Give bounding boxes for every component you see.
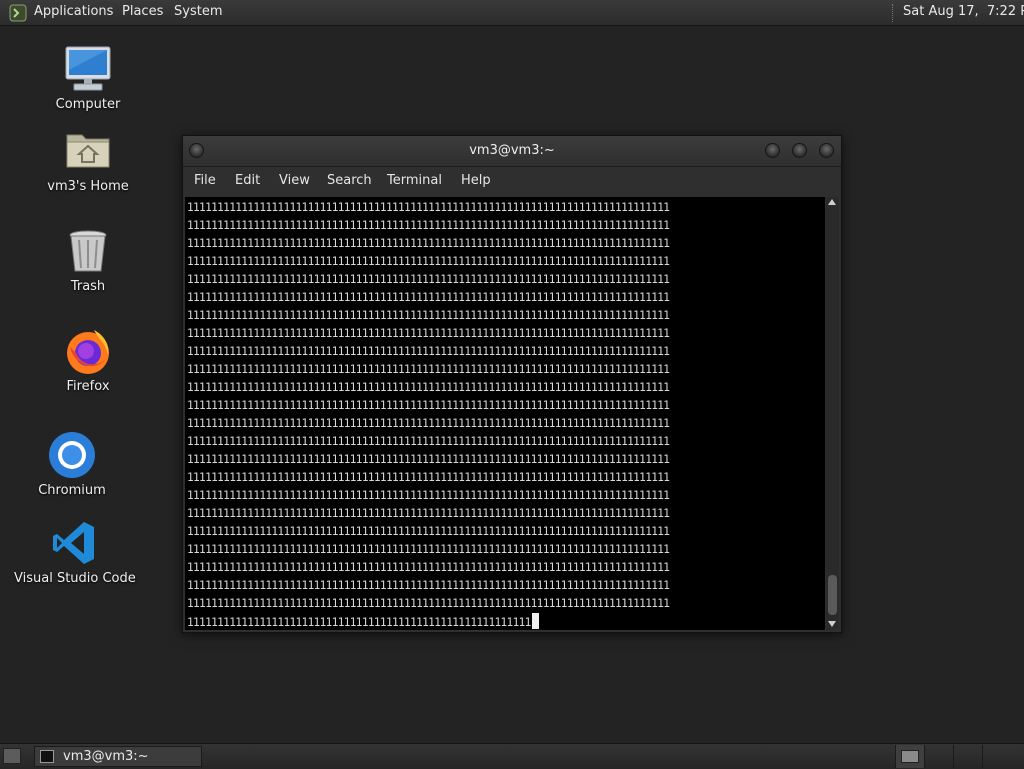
mate-menu-icon[interactable]: [9, 4, 27, 22]
menu-file[interactable]: File: [194, 173, 216, 188]
text-cursor: [531, 613, 539, 629]
show-desktop-icon[interactable]: [3, 748, 21, 764]
menu-view[interactable]: View: [279, 173, 310, 188]
workspace-4[interactable]: [982, 745, 1011, 768]
workspace-window-thumbnail: [901, 750, 919, 763]
desktop-icon-computer[interactable]: Computer: [48, 45, 128, 112]
desktop-icon-label: Chromium: [38, 483, 106, 498]
close-button[interactable]: [819, 143, 834, 158]
desktop-icon-chromium[interactable]: Chromium: [32, 431, 112, 498]
terminal-last-line-text: 1111111111111111111111111111111111111111…: [187, 616, 531, 629]
maximize-button[interactable]: [792, 143, 807, 158]
desktop-icon-label: Firefox: [66, 379, 110, 394]
desktop-icon-home[interactable]: vm3's Home: [38, 127, 138, 194]
system-menu[interactable]: System: [174, 4, 222, 19]
terminal-menubar: File Edit View Search Terminal Help: [183, 167, 841, 195]
home-folder-icon: [64, 127, 112, 175]
terminal-output-area[interactable]: 1111111111111111111111111111111111111111…: [185, 197, 825, 630]
terminal-scrollbar[interactable]: [826, 197, 839, 630]
scroll-up-arrow-icon[interactable]: [828, 199, 836, 205]
desktop-icon-vscode[interactable]: Visual Studio Code: [14, 519, 136, 586]
terminal-current-line: 1111111111111111111111111111111111111111…: [187, 613, 539, 630]
vscode-icon: [50, 519, 98, 567]
menu-terminal[interactable]: Terminal: [387, 173, 442, 188]
desktop-icon-firefox[interactable]: Firefox: [48, 327, 128, 394]
window-titlebar[interactable]: vm3@vm3:~: [183, 136, 841, 167]
terminal-icon: [40, 750, 54, 763]
menu-help[interactable]: Help: [461, 173, 491, 188]
workspace-2[interactable]: [924, 745, 953, 768]
desktop-icon-trash[interactable]: Trash: [48, 227, 128, 294]
panel-separator: [892, 4, 895, 22]
firefox-icon: [64, 327, 112, 375]
scroll-down-arrow-icon[interactable]: [828, 621, 836, 627]
bottom-panel: vm3@vm3:~: [0, 743, 1024, 769]
places-menu[interactable]: Places: [122, 4, 163, 19]
taskbar-button-label: vm3@vm3:~: [63, 749, 149, 764]
clock[interactable]: Sat Aug 17, 7:22 PM: [903, 4, 1024, 19]
chromium-icon: [48, 431, 96, 479]
trash-icon: [64, 227, 112, 275]
terminal-output: 1111111111111111111111111111111111111111…: [187, 201, 670, 610]
window-title: vm3@vm3:~: [469, 143, 555, 158]
workspace-1[interactable]: [895, 745, 924, 768]
taskbar-button-terminal[interactable]: vm3@vm3:~: [34, 746, 202, 767]
terminal-window: vm3@vm3:~ File Edit View Search Terminal…: [182, 135, 842, 633]
top-panel: Applications Places System Sat Aug 17, 7…: [0, 0, 1024, 26]
minimize-button[interactable]: [765, 143, 780, 158]
desktop-icon-label: Computer: [55, 97, 121, 112]
desktop-icon-label: Visual Studio Code: [14, 571, 136, 586]
scrollbar-thumb[interactable]: [828, 575, 837, 615]
desktop-icon-label: vm3's Home: [47, 179, 129, 194]
desktop-icon-label: Trash: [70, 279, 106, 294]
workspace-3[interactable]: [953, 745, 982, 768]
menu-edit[interactable]: Edit: [235, 173, 260, 188]
menu-search[interactable]: Search: [327, 173, 372, 188]
applications-menu[interactable]: Applications: [34, 4, 113, 19]
computer-icon: [64, 45, 112, 93]
